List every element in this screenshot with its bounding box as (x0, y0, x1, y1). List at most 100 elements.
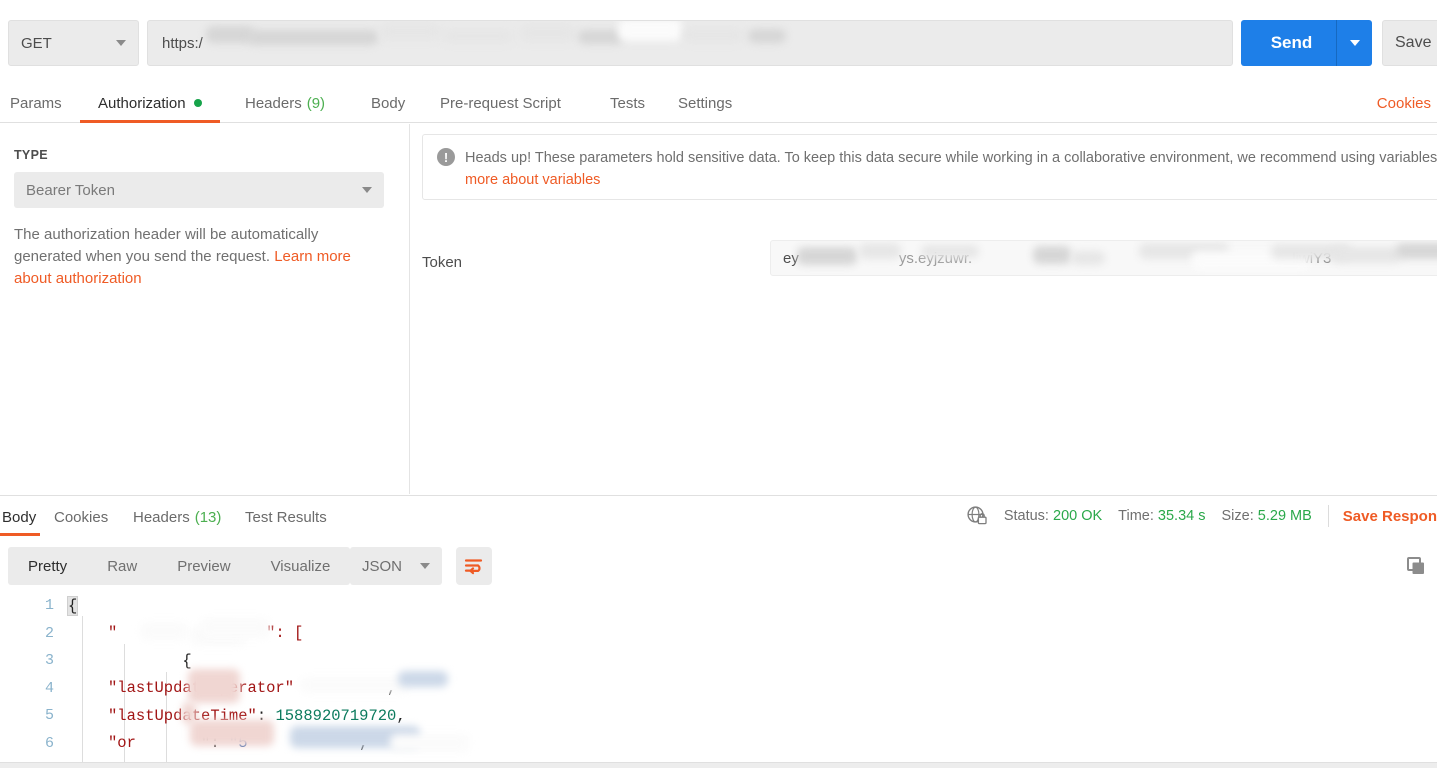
mode-visualize[interactable]: Visualize (251, 547, 351, 585)
redaction-blur (1396, 243, 1437, 259)
http-method-label: GET (21, 34, 52, 52)
response-body-code[interactable]: 1 { 2 " ": [ 3 { 4 "lastUpdateOperator" … (0, 592, 1437, 764)
code-line: 3 { (0, 647, 1437, 675)
code-key: "lastUpdateTime" (108, 706, 257, 725)
code-line-text: " ": [ (108, 624, 304, 643)
bottom-scroll-bar[interactable] (0, 762, 1437, 768)
cookies-link-label: Cookies (1376, 94, 1431, 112)
send-options-button[interactable] (1336, 20, 1372, 66)
active-tab-underline (80, 120, 220, 123)
active-tab-underline (0, 533, 41, 536)
request-url-input[interactable]: https:/ (147, 20, 1233, 66)
redaction-blur (1071, 251, 1105, 265)
response-status-strip: Status: 200 OK Time: 35.34 s Size: 5.29 … (966, 495, 1437, 537)
http-method-select[interactable]: GET (8, 20, 139, 66)
mode-pretty[interactable]: Pretty (8, 547, 87, 585)
code-key: "lastUpdateOperator" (108, 679, 295, 698)
token-value-end: liwiY3 (1292, 249, 1332, 267)
token-value-mid: ys.eyjzuwr. (898, 249, 973, 267)
tab-badge: (13) (194, 508, 222, 526)
warning-text: Heads up! These parameters hold sensitiv… (465, 147, 1437, 188)
tab-label: Body (2, 508, 37, 526)
postman-window: GET https:/ Send Save Params Authorizati… (0, 0, 1437, 768)
redaction-blur (683, 27, 743, 43)
redaction-blur (390, 733, 470, 752)
auth-active-dot-icon (193, 99, 202, 107)
tab-headers[interactable]: Headers (9) (245, 83, 325, 123)
sensitive-data-warning: ! Heads up! These parameters hold sensit… (422, 134, 1437, 200)
token-value-start: ey (783, 249, 799, 267)
mode-raw[interactable]: Raw (87, 547, 157, 585)
tab-label: Authorization (98, 94, 186, 112)
tab-settings[interactable]: Settings (678, 83, 732, 123)
warning-body: Heads up! These parameters hold sensitiv… (465, 150, 1437, 166)
size-item: Size: 5.29 MB (1222, 508, 1312, 524)
tab-authorization[interactable]: Authorization (80, 83, 220, 123)
code-line-text: "lastUpdateTime": 1588920719720, (108, 706, 406, 725)
word-wrap-icon[interactable] (456, 547, 492, 585)
authorization-help-text: The authorization header will be automat… (14, 224, 384, 290)
tab-label: Params (10, 94, 62, 112)
line-number: 2 (44, 624, 54, 642)
tab-params[interactable]: Params (10, 83, 62, 123)
response-tab-test-results[interactable]: Test Results (245, 496, 327, 538)
code-string: "5 (228, 734, 248, 753)
response-tab-headers[interactable]: Headers (13) (133, 496, 221, 538)
save-button[interactable]: Save (1382, 20, 1437, 66)
line-number: 6 (44, 734, 54, 752)
redaction-blur (248, 30, 378, 45)
line-number: 3 (44, 652, 54, 670)
code-line: 2 " ": [ (0, 617, 1437, 648)
time-value: 35.34 s (1157, 508, 1206, 524)
line-number: 1 (44, 597, 54, 615)
auth-help-body: The authorization header will be automat… (14, 226, 319, 265)
mode-preview[interactable]: Preview (157, 547, 250, 585)
authorization-fields-pane: ! Heads up! These parameters hold sensit… (411, 124, 1437, 494)
tab-label: Cookies (54, 508, 109, 526)
copy-icon[interactable] (1399, 551, 1433, 581)
tab-label: Test Results (245, 508, 327, 526)
send-button[interactable]: Send (1241, 20, 1372, 66)
request-tab-bar: Params Authorization Headers (9) Body Pr… (0, 83, 1437, 123)
send-button-label: Send (1270, 33, 1313, 52)
tab-label: Body (371, 94, 406, 112)
response-mode-segmented: Pretty Raw Preview Visualize (8, 547, 351, 585)
type-label: TYPE (14, 148, 48, 162)
status-label: Status: (1003, 508, 1049, 524)
response-view-toolbar: Pretty Raw Preview Visualize JSON (0, 543, 1437, 589)
response-tab-body[interactable]: Body (0, 496, 41, 538)
code-line: 5 "lastUpdateTime": 1588920719720, (0, 702, 1437, 730)
redaction-blur (1331, 247, 1401, 263)
status-value: 200 OK (1053, 508, 1103, 524)
chevron-down-icon (1349, 40, 1360, 46)
size-value: 5.29 MB (1257, 508, 1312, 524)
status-item: Status: 200 OK (1004, 508, 1102, 524)
tab-label: Pre-request Script (440, 94, 561, 112)
tab-body[interactable]: Body (371, 83, 405, 123)
chevron-down-icon (362, 187, 372, 193)
auth-type-select[interactable]: Bearer Token (14, 172, 384, 208)
line-number: 4 (44, 679, 54, 697)
authorization-type-pane: TYPE Bearer Token The authorization head… (0, 124, 410, 494)
response-tab-cookies[interactable]: Cookies (54, 496, 108, 538)
response-format-select[interactable]: JSON (350, 547, 442, 585)
tab-tests[interactable]: Tests (610, 83, 645, 123)
globe-lock-icon (966, 505, 988, 527)
chevron-down-icon (420, 563, 430, 569)
code-line-text: "lastUpdateOperator" , (108, 679, 397, 698)
code-number: 1588920719720 (275, 706, 397, 725)
tab-label: Headers (133, 508, 190, 526)
save-response-button[interactable]: Save Respon (1343, 508, 1437, 525)
redaction-blur (859, 243, 901, 259)
tab-pre-request-script[interactable]: Pre-request Script (440, 83, 561, 123)
auth-type-value: Bearer Token (26, 181, 115, 199)
code-line: 4 "lastUpdateOperator" , (0, 668, 1437, 703)
token-input[interactable]: ey ys.eyjzuwr. liwiY3 (770, 240, 1437, 276)
cookies-link[interactable]: Cookies (1377, 83, 1431, 123)
redaction-blur (520, 24, 575, 42)
code-line-text: "or ": "5 , (108, 734, 369, 753)
code-key: "or (108, 734, 136, 753)
tab-label: Headers (245, 94, 302, 112)
tab-label: Settings (678, 94, 733, 112)
code-line: 1 { (0, 592, 1437, 620)
